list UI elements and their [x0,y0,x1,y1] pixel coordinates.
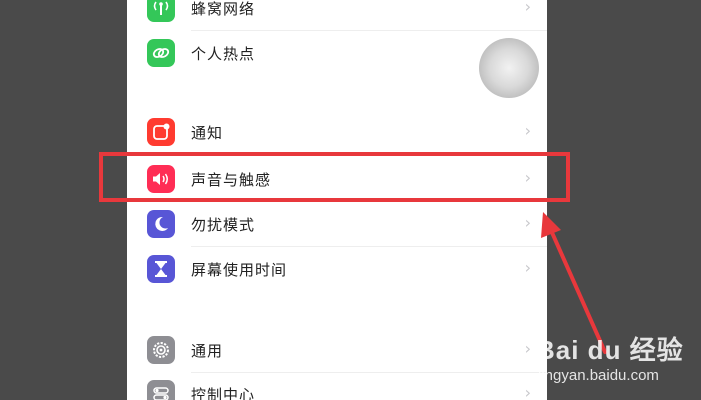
settings-row-label: 勿扰模式 [191,216,256,234]
settings-row-label: 通用 [191,342,224,360]
settings-row-label: 蜂窝网络 [191,0,256,18]
chevron-right-icon: › [524,258,531,277]
antenna-icon [147,0,175,22]
settings-row-general[interactable]: 通用 › [127,328,547,372]
settings-row-label: 通知 [191,124,224,142]
chevron-right-icon: › [524,0,531,16]
chevron-right-icon: › [524,213,531,232]
baidu-jingyan-watermark: Bai du 经验 jingyan.baidu.com [536,330,696,390]
chevron-right-icon: › [524,121,531,140]
highlight-box [99,152,570,202]
chevron-right-icon: › [524,383,531,400]
gear-icon [147,336,175,364]
hotspot-link-icon [147,39,175,67]
settings-row-label: 屏幕使用时间 [191,261,288,279]
hourglass-icon [147,255,175,283]
settings-row-control-center[interactable]: 控制中心 › [127,372,547,400]
settings-row-do-not-disturb[interactable]: 勿扰模式 › [127,202,547,246]
settings-row-screen-time[interactable]: 屏幕使用时间 › [127,247,547,291]
assistive-touch-button[interactable] [479,38,539,98]
settings-row-notifications[interactable]: 通知 › [127,110,547,154]
settings-row-cellular[interactable]: 蜂窝网络 › [127,0,547,30]
notification-icon [147,118,175,146]
chevron-right-icon: › [524,339,531,358]
moon-icon [147,210,175,238]
watermark-brand: Bai du 经验 [536,335,684,365]
toggles-icon [147,380,175,400]
settings-row-label: 个人热点 [191,45,256,63]
settings-row-label: 控制中心 [191,386,256,400]
watermark-url: jingyan.baidu.com [538,367,659,384]
